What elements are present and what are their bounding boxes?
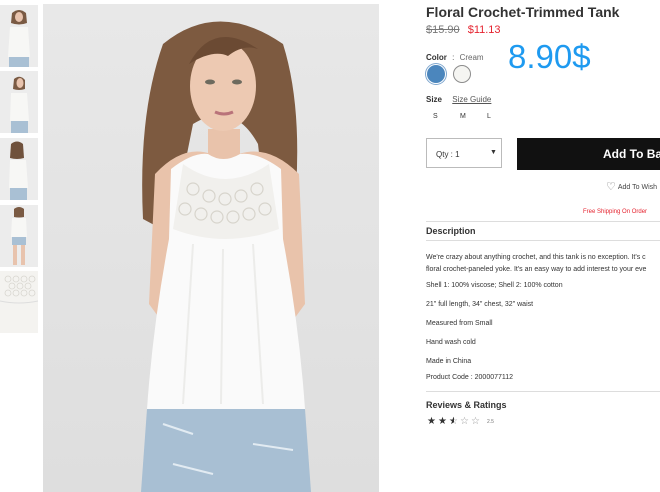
thumbnail-5[interactable]	[0, 271, 38, 333]
wishlist-label: Add To Wish	[617, 184, 658, 191]
free-shipping-notice: Free Shipping On Order	[583, 209, 648, 215]
main-product-image[interactable]	[43, 4, 379, 492]
color-value: Cream	[459, 53, 484, 62]
size-guide-link[interactable]: Size Guide	[452, 95, 491, 104]
caret-down-icon: ▼	[490, 149, 497, 156]
measured-from-line: Measured from Small	[426, 320, 493, 327]
thumbnail-2[interactable]	[0, 71, 38, 133]
add-to-bag-label: Add To Bag	[603, 147, 660, 161]
size-option-m[interactable]: M	[460, 113, 466, 120]
thumbnail-1[interactable]	[0, 5, 38, 67]
heart-icon: ♡	[606, 181, 616, 193]
thumbnail-5-image	[0, 271, 38, 333]
rating-stars: ★ ★ ☆ ★ ☆ ☆	[427, 416, 482, 427]
divider	[426, 221, 660, 222]
divider	[426, 391, 660, 392]
divider	[426, 240, 660, 241]
measurement-line: 21" full length, 34" chest, 32" waist	[426, 301, 534, 308]
thumbnail-4-image	[0, 205, 38, 267]
model-photo	[43, 4, 379, 492]
thumbnail-1-image	[0, 5, 38, 67]
size-label: Size	[426, 95, 443, 104]
size-option-l[interactable]: L	[487, 113, 491, 120]
reviews-heading: Reviews & Ratings	[426, 400, 507, 410]
size-row: Size Size Guide	[426, 95, 491, 104]
color-label: Color	[426, 53, 447, 62]
thumbnail-3-image	[0, 138, 38, 200]
rating-value: 2.5	[487, 419, 494, 425]
origin-line: Made in China	[426, 358, 472, 365]
add-to-bag-button[interactable]: Add To Bag	[517, 138, 660, 170]
star-empty-icon: ☆	[471, 416, 480, 427]
thumbnail-3[interactable]	[0, 138, 38, 200]
star-half-icon: ☆ ★	[449, 416, 458, 427]
original-price: $15.90	[426, 24, 460, 36]
star-empty-icon: ☆	[460, 416, 469, 427]
quantity-value: Qty : 1	[436, 150, 460, 159]
overlay-price: 8.90$	[508, 38, 591, 75]
description-heading: Description	[426, 226, 476, 236]
description-line: We're crazy about anything crochet, and …	[426, 254, 646, 261]
quantity-select[interactable]: Qty : 1 ▼	[426, 138, 502, 168]
product-title: Floral Crochet-Trimmed Tank	[426, 4, 620, 20]
description-line: floral crochet-paneled yoke. It's an eas…	[426, 266, 647, 273]
thumbnail-4[interactable]	[0, 205, 38, 267]
price-row: $15.90 $11.13	[426, 24, 501, 36]
care-line: Hand wash cold	[426, 339, 476, 346]
product-code-line: Product Code : 2000077112	[426, 374, 514, 381]
color-row: Color : Cream	[426, 53, 484, 62]
star-filled-icon: ★	[427, 416, 436, 427]
star-filled-icon: ★	[438, 416, 447, 427]
color-swatch-blue[interactable]	[427, 65, 445, 83]
size-option-s[interactable]: S	[433, 113, 438, 120]
color-separator: :	[452, 53, 455, 62]
color-swatch-cream[interactable]	[453, 65, 471, 83]
thumbnail-2-image	[0, 71, 38, 133]
sale-price: $11.13	[467, 24, 501, 36]
add-to-wishlist-link[interactable]: ♡ Add To Wish	[606, 180, 657, 193]
material-line: Shell 1: 100% viscose; Shell 2: 100% cot…	[426, 282, 563, 289]
